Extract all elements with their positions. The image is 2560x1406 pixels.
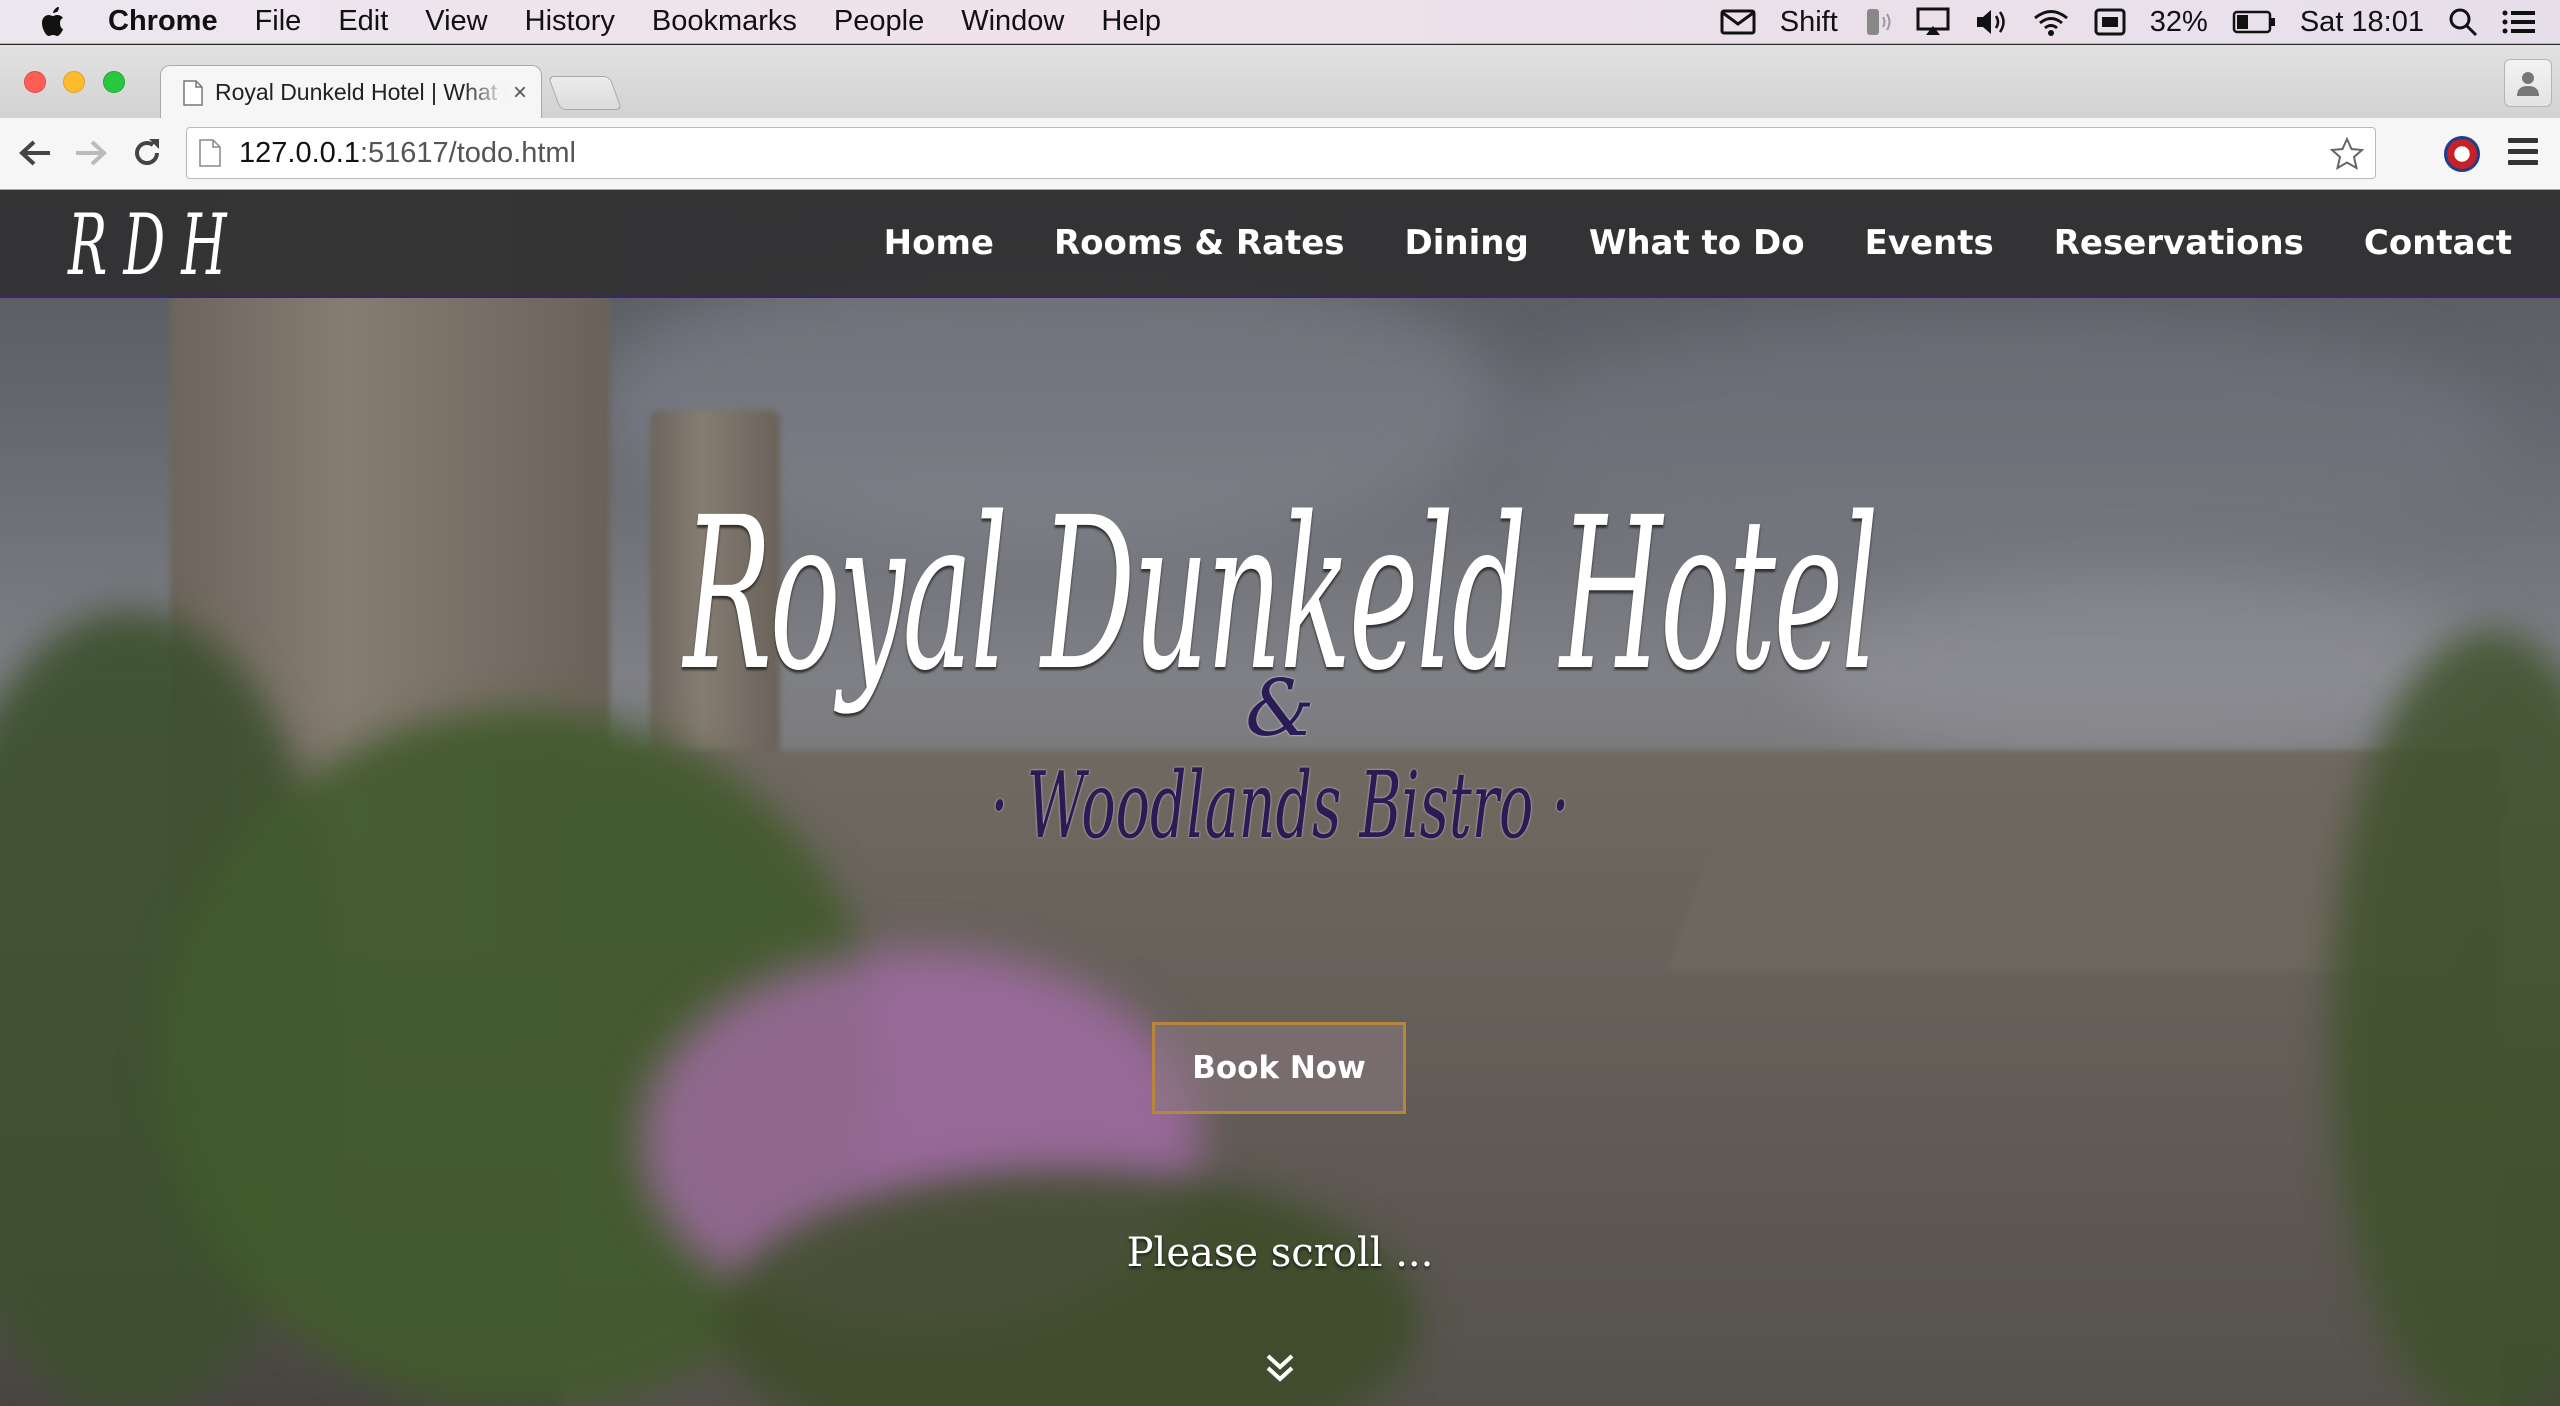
tab-title: Royal Dunkeld Hotel | What to Do xyxy=(215,79,507,105)
nav-home[interactable]: Home xyxy=(884,223,994,263)
menu-history[interactable]: History xyxy=(525,5,615,38)
menu-people[interactable]: People xyxy=(834,5,924,38)
browser-tab-strip: Royal Dunkeld Hotel | What to Do × xyxy=(0,45,2560,119)
tab-close-icon[interactable]: × xyxy=(513,79,527,107)
battery-percent[interactable]: 32% xyxy=(2150,6,2208,39)
spotlight-search-icon[interactable] xyxy=(2448,7,2478,37)
back-arrow-icon[interactable] xyxy=(16,134,54,172)
reload-icon[interactable] xyxy=(128,134,166,172)
wifi-icon[interactable] xyxy=(2032,7,2070,37)
page-info-icon[interactable] xyxy=(199,139,221,167)
clock[interactable]: Sat 18:01 xyxy=(2300,6,2424,39)
nav-events[interactable]: Events xyxy=(1865,223,1994,263)
battery-icon[interactable] xyxy=(2232,9,2276,35)
book-now-button[interactable]: Book Now xyxy=(1152,1022,1406,1114)
menu-file[interactable]: File xyxy=(255,5,302,38)
new-tab-button[interactable] xyxy=(547,76,623,110)
browser-tab-active[interactable]: Royal Dunkeld Hotel | What to Do × xyxy=(160,65,542,119)
nav-rooms-rates[interactable]: Rooms & Rates xyxy=(1054,223,1345,263)
menu-edit[interactable]: Edit xyxy=(338,5,388,38)
window-zoom-button[interactable] xyxy=(103,71,125,93)
mail-icon[interactable] xyxy=(1720,8,1756,36)
menu-window[interactable]: Window xyxy=(961,5,1064,38)
profile-button[interactable] xyxy=(2504,59,2552,107)
notification-center-icon[interactable] xyxy=(2502,9,2536,35)
nav-reservations[interactable]: Reservations xyxy=(2054,223,2304,263)
window-minimize-button[interactable] xyxy=(63,71,85,93)
phone-icon[interactable] xyxy=(1862,7,1892,37)
double-chevron-down-icon[interactable] xyxy=(1262,1350,1298,1386)
chrome-menu-icon[interactable] xyxy=(2508,138,2538,168)
url-host: 127.0.0.1 xyxy=(239,136,360,169)
page-icon xyxy=(183,79,203,106)
menu-app-chrome[interactable]: Chrome xyxy=(108,5,218,38)
nav-contact[interactable]: Contact xyxy=(2364,223,2512,263)
extension-badge-icon[interactable] xyxy=(2444,136,2480,172)
macos-menubar: Chrome File Edit View History Bookmarks … xyxy=(0,0,2560,44)
menu-bookmarks[interactable]: Bookmarks xyxy=(652,5,797,38)
site-logo[interactable]: RDH xyxy=(68,196,243,294)
apple-logo-icon[interactable] xyxy=(40,5,70,39)
nav-dining[interactable]: Dining xyxy=(1405,223,1529,263)
forward-arrow-icon[interactable] xyxy=(72,134,110,172)
person-icon xyxy=(2517,72,2539,96)
site-navbar: RDH Home Rooms & Rates Dining What to Do… xyxy=(0,190,2560,298)
hero-ampersand: & xyxy=(1245,664,1315,754)
browser-toolbar: 127.0.0.1 :51617/todo.html xyxy=(0,118,2560,190)
shift-status[interactable]: Shift xyxy=(1780,6,1838,39)
menu-help[interactable]: Help xyxy=(1101,5,1161,38)
website-viewport: RDH Home Rooms & Rates Dining What to Do… xyxy=(0,190,2560,1406)
volume-icon[interactable] xyxy=(1974,7,2008,37)
airplay-icon[interactable] xyxy=(1916,7,1950,37)
scroll-prompt: Please scroll ... xyxy=(1126,1230,1434,1276)
site-nav-links: Home Rooms & Rates Dining What to Do Eve… xyxy=(824,190,2512,295)
address-bar[interactable]: 127.0.0.1 :51617/todo.html xyxy=(186,127,2376,179)
window-close-button[interactable] xyxy=(24,71,46,93)
nav-what-to-do[interactable]: What to Do xyxy=(1589,223,1805,263)
bookmark-star-icon[interactable] xyxy=(2329,136,2365,172)
menu-view[interactable]: View xyxy=(425,5,487,38)
hero-subtitle: · Woodlands Bistro · xyxy=(990,752,1570,859)
keyboard-viewer-icon[interactable] xyxy=(2094,7,2126,37)
url-path: :51617/todo.html xyxy=(359,136,576,169)
